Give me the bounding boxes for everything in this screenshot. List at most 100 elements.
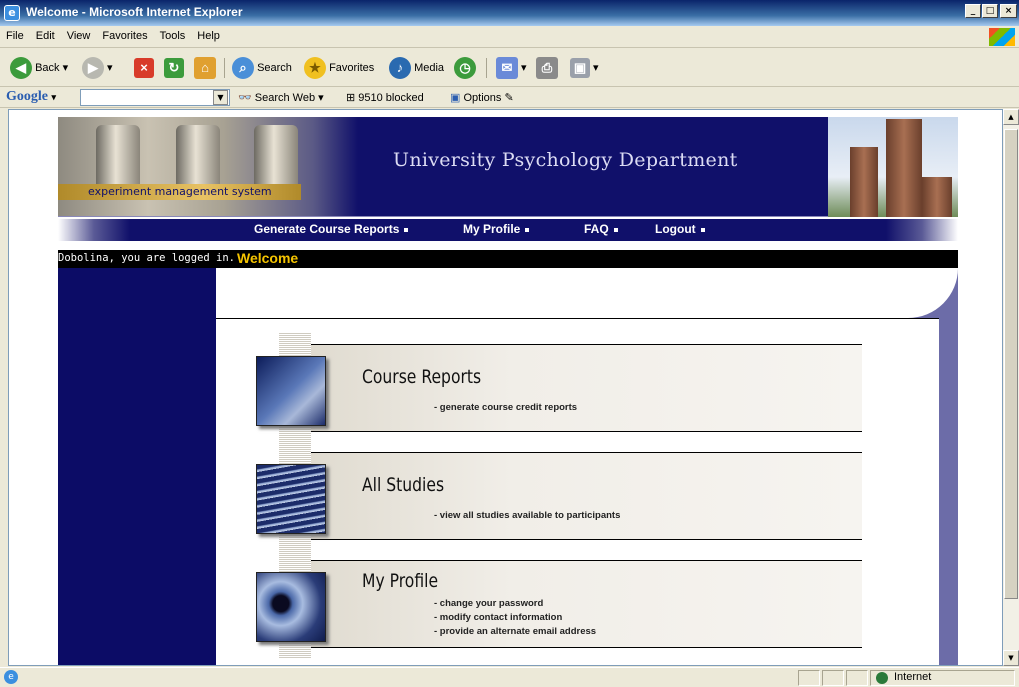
section-all-studies[interactable]: All Studies - view all studies available… — [256, 440, 862, 550]
tower-shape — [886, 119, 922, 217]
edit-button[interactable]: ▣ ▾ — [570, 56, 599, 80]
google-search-input[interactable] — [80, 89, 230, 106]
mail-button[interactable]: ✉ ▾ — [496, 56, 527, 80]
stop-button[interactable]: × — [134, 56, 154, 80]
favorites-label: Favorites — [329, 62, 375, 74]
window-title: Welcome - Microsoft Internet Explorer — [26, 5, 243, 19]
eye-image — [256, 572, 326, 642]
toolbar-separator — [486, 58, 487, 78]
left-sidebar — [58, 268, 216, 665]
toolbar: ◀ Back ▾ ▶ ▾ × ↻ ⌂ ⌕ Search ★ Favorites … — [0, 49, 1019, 87]
site-banner: experiment management system University … — [58, 117, 958, 217]
status-pane — [846, 670, 868, 686]
google-logo-text: Google — [6, 89, 48, 104]
star-icon: ★ — [304, 57, 326, 80]
search-icon: ⌕ — [232, 57, 254, 80]
section-title[interactable]: Course Reports — [362, 366, 481, 388]
bullet-icon — [404, 227, 409, 232]
maximize-button[interactable]: □ — [982, 4, 998, 18]
section-desc: - change your password — [434, 598, 544, 609]
vertical-scrollbar[interactable]: ▲ ▼ — [1003, 109, 1019, 666]
scroll-down-button[interactable]: ▼ — [1003, 650, 1019, 666]
security-zone: Internet — [894, 671, 932, 683]
nav-my-profile[interactable]: My Profile — [463, 222, 530, 236]
refresh-button[interactable]: ↻ — [164, 56, 184, 80]
section-band — [279, 344, 862, 432]
nav-label: My Profile — [463, 222, 521, 236]
building-shape — [922, 177, 952, 217]
menu-edit[interactable]: Edit — [30, 26, 61, 42]
section-title[interactable]: My Profile — [362, 570, 438, 592]
media-button[interactable]: ♪ Media — [389, 56, 444, 80]
media-label: Media — [414, 62, 445, 74]
favorites-button[interactable]: ★ Favorites — [304, 56, 374, 80]
nav-faq[interactable]: FAQ — [584, 222, 618, 236]
edit-icon: ▣ — [570, 58, 590, 79]
nav-logout[interactable]: Logout — [655, 222, 705, 236]
section-desc: - generate course credit reports — [434, 402, 578, 413]
forward-arrow-icon: ▶ — [82, 57, 104, 80]
highlighter-icon: ✎ — [504, 92, 514, 104]
tower-shape — [850, 147, 878, 217]
minimize-button[interactable]: _ — [965, 4, 981, 18]
nav-label: Logout — [655, 222, 696, 236]
section-my-profile[interactable]: My Profile - change your password - modi… — [256, 548, 862, 658]
media-icon: ♪ — [389, 57, 411, 80]
column-shape — [254, 125, 298, 187]
mail-icon: ✉ — [496, 57, 518, 80]
windows-logo-icon — [989, 28, 1015, 46]
login-strip: Dobolina, you are logged in. Welcome — [58, 250, 958, 268]
home-button[interactable]: ⌂ — [194, 56, 216, 80]
stop-icon: × — [134, 58, 154, 79]
nav-generate-course-reports[interactable]: Generate Course Reports — [254, 222, 409, 236]
browser-window: e Welcome - Microsoft Internet Explorer … — [0, 0, 1019, 687]
status-pane — [822, 670, 844, 686]
popup-blocker-button[interactable]: ⊞ 9510 blocked — [346, 91, 424, 104]
columns-image — [58, 117, 358, 217]
church-image — [828, 117, 958, 217]
column-shape — [96, 125, 140, 187]
options-label: Options — [463, 92, 502, 104]
google-logo[interactable]: Google ▾ — [6, 89, 56, 105]
history-icon: ◷ — [454, 57, 476, 80]
back-button[interactable]: ◀ Back ▾ — [10, 56, 68, 80]
scroll-up-button[interactable]: ▲ — [1003, 109, 1019, 125]
menu-tools[interactable]: Tools — [154, 26, 192, 42]
google-toolbar: Google ▾ ▼ 👓 Search Web ▾ ⊞ 9510 blocked… — [0, 87, 1019, 108]
scroll-thumb[interactable] — [1004, 129, 1018, 599]
options-icon: ▣ — [450, 92, 461, 104]
back-label: Back — [35, 62, 60, 74]
title-bar: e Welcome - Microsoft Internet Explorer … — [0, 0, 1019, 26]
close-button[interactable]: × — [1000, 4, 1017, 18]
menu-file[interactable]: File — [0, 26, 30, 42]
menu-favorites[interactable]: Favorites — [96, 26, 153, 42]
print-icon: ⎙ — [536, 57, 558, 80]
search-web-button[interactable]: 👓 Search Web ▾ — [238, 91, 324, 104]
forward-button[interactable]: ▶ ▾ — [82, 56, 113, 80]
search-label: Search — [257, 62, 292, 74]
section-band — [279, 452, 862, 540]
popup-blocked-count: 9510 blocked — [358, 92, 424, 104]
google-search-dropdown[interactable]: ▼ — [213, 90, 228, 105]
options-button[interactable]: ▣ Options ✎ — [450, 91, 514, 104]
login-status: Dobolina, you are logged in. — [58, 252, 236, 264]
section-desc: - view all studies available to particip… — [434, 510, 621, 521]
page-viewport: experiment management system University … — [8, 109, 1003, 666]
menu-view[interactable]: View — [61, 26, 97, 42]
papers-image — [256, 464, 326, 534]
chart-pen-image — [256, 356, 326, 426]
popup-blocker-icon: ⊞ — [346, 92, 356, 104]
section-course-reports[interactable]: Course Reports - generate course credit … — [256, 332, 862, 442]
history-button[interactable]: ◷ — [454, 56, 476, 80]
back-arrow-icon: ◀ — [10, 57, 32, 80]
section-title[interactable]: All Studies — [362, 474, 444, 496]
toolbar-separator — [224, 58, 225, 78]
menu-bar: File Edit View Favorites Tools Help — [0, 26, 1019, 48]
status-bar: e Internet — [0, 667, 1019, 687]
banner-divider — [58, 216, 828, 217]
menu-help[interactable]: Help — [191, 26, 226, 42]
bullet-icon — [525, 227, 530, 232]
site-nav: Generate Course Reports My Profile FAQ L… — [58, 219, 958, 241]
print-button[interactable]: ⎙ — [536, 56, 558, 80]
search-button[interactable]: ⌕ Search — [232, 56, 292, 80]
